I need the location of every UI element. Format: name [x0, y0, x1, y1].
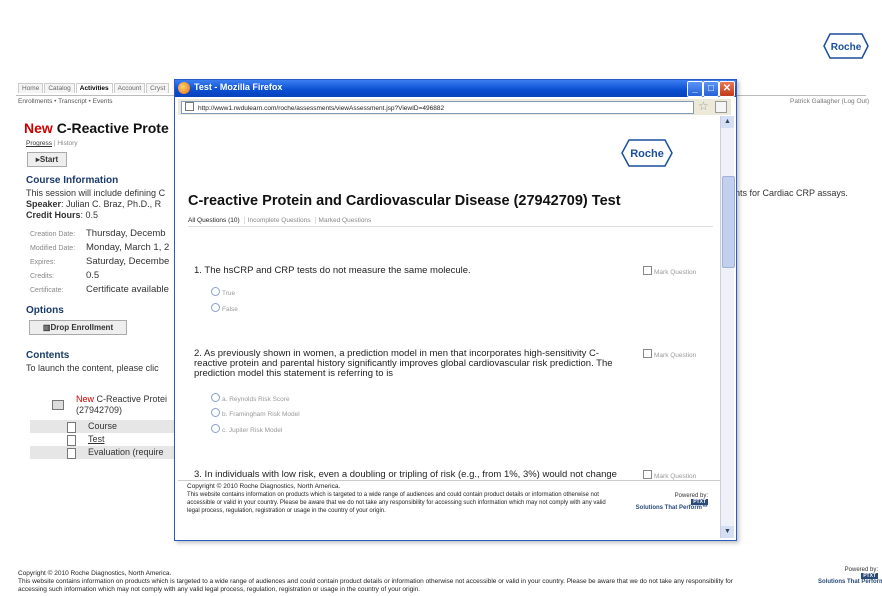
- nav-tab-account[interactable]: Account: [113, 83, 146, 93]
- course-info-heading: Course Information: [26, 175, 119, 186]
- document-icon: [67, 435, 76, 446]
- contents-course-row[interactable]: New C-Reactive Protei (27942709): [30, 394, 180, 420]
- popup-powered-by: Powered by: PTXT Solutions That Perform™: [635, 493, 708, 511]
- sub-nav[interactable]: Enrollments • Transcript • Events: [18, 98, 113, 105]
- progress-tabs: Progress | History: [26, 140, 78, 147]
- answer-option-radio[interactable]: a. Reynolds Risk Score: [211, 393, 290, 403]
- user-logout-link[interactable]: Patrick Gallagher (Log Out): [790, 98, 869, 105]
- tab-marked-questions[interactable]: Marked Questions: [319, 217, 376, 224]
- question-text: 3. In individuals with low risk, even a …: [194, 470, 617, 480]
- close-button[interactable]: ✕: [719, 81, 735, 97]
- contents-title: C-Reactive Protei: [96, 394, 168, 404]
- roche-logo: Roche: [823, 33, 869, 59]
- mark-question-checkbox[interactable]: Mark Question: [643, 470, 696, 480]
- detail-row: Expires: Saturday, Decembe: [30, 256, 170, 267]
- scrollbar-thumb[interactable]: [722, 176, 735, 268]
- bookmark-star-icon[interactable]: ☆: [698, 99, 709, 113]
- detail-row: Certificate: Certificate available: [30, 284, 169, 295]
- credit-hours-line: Credit Hours: 0.5: [26, 210, 99, 220]
- window-title: Test - Mozilla Firefox: [194, 82, 283, 92]
- vertical-scrollbar[interactable]: ▲ ▼: [720, 116, 735, 538]
- drop-enrollment-button[interactable]: ▥Drop Enrollment: [29, 320, 127, 335]
- question-text: 2. As previously shown in women, a predi…: [194, 348, 613, 379]
- divider: [188, 226, 713, 227]
- answer-option-radio[interactable]: b. Framingham Risk Model: [211, 408, 300, 418]
- detail-row: Credits: 0.5: [30, 270, 100, 281]
- speaker-line: Speaker: Julian C. Braz, Ph.D., R: [26, 199, 162, 209]
- footer-disclaimer: This website contains information on pro…: [18, 578, 733, 593]
- minimize-button[interactable]: _: [687, 81, 703, 97]
- radio-icon: [211, 408, 220, 417]
- radio-icon: [211, 393, 220, 402]
- mark-question-checkbox[interactable]: Mark Question: [643, 349, 696, 359]
- address-bar: http://www1.rwdulearn.com/roche/assessme…: [178, 99, 731, 115]
- tab-history[interactable]: History: [57, 140, 77, 147]
- radio-icon: [211, 424, 220, 433]
- main-nav-tabs: Home Catalog Activities Account Cryst: [18, 83, 170, 95]
- page-icon: [185, 102, 194, 111]
- question-text: 1. The hsCRP and CRP tests do not measur…: [194, 265, 471, 276]
- svg-text:Roche: Roche: [831, 42, 862, 53]
- test-title: C-reactive Protein and Cardiovascular Di…: [188, 193, 621, 209]
- popup-footer-disclaimer: This website contains information on pro…: [187, 492, 606, 514]
- content-item-test[interactable]: Test: [30, 433, 180, 446]
- detail-row: Creation Date: Thursday, Decemb: [30, 228, 166, 239]
- tab-all-questions[interactable]: All Questions (10): [188, 217, 245, 224]
- start-button[interactable]: ▸Start: [27, 152, 67, 167]
- window-titlebar[interactable]: Test - Mozilla Firefox _ □ ✕: [175, 80, 736, 97]
- contents-intro: To launch the content, please clic: [26, 363, 159, 373]
- contents-id: (27942709): [76, 405, 123, 415]
- course-info-intro: This session will include defining C: [26, 188, 166, 198]
- firefox-icon: [178, 82, 190, 94]
- feed-icon[interactable]: [715, 101, 727, 113]
- url-field[interactable]: http://www1.rwdulearn.com/roche/assessme…: [181, 101, 694, 114]
- answer-option-radio[interactable]: True: [211, 287, 235, 297]
- question-filter-tabs: All Questions (10) Incomplete Questions Ma…: [188, 217, 378, 224]
- detail-row: Modified Date: Monday, March 1, 2: [30, 242, 170, 253]
- content-item-course[interactable]: Course: [30, 420, 180, 433]
- mark-question-checkbox[interactable]: Mark Question: [643, 266, 696, 276]
- checkbox-icon: [643, 470, 652, 479]
- scroll-up-arrow[interactable]: ▲: [721, 116, 734, 128]
- course-title: New C-Reactive Prote: [24, 120, 169, 136]
- course-info-tail: ents for Cardiac CRP assays.: [730, 188, 848, 198]
- radio-icon: [211, 287, 220, 296]
- nav-tab-activities[interactable]: Activities: [75, 83, 113, 93]
- checkbox-icon: [643, 266, 652, 275]
- scroll-down-arrow[interactable]: ▼: [721, 526, 734, 538]
- options-heading: Options: [26, 305, 64, 316]
- footer-copyright: Copyright © 2010 Roche Diagnostics, Nort…: [18, 570, 172, 577]
- nav-tab-home[interactable]: Home: [18, 83, 44, 93]
- powered-by: Powered by:PTXTSolutions That Perform™: [818, 567, 882, 585]
- course-title-text: C-Reactive Prote: [56, 120, 169, 136]
- test-popup-window[interactable]: Test - Mozilla Firefox _ □ ✕ http://www1…: [174, 79, 737, 541]
- answer-option-radio[interactable]: c. Jupiter Risk Model: [211, 424, 282, 434]
- radio-icon: [211, 303, 220, 312]
- document-icon: [67, 422, 76, 433]
- answer-option-radio[interactable]: False: [211, 303, 238, 313]
- document-icon: [67, 448, 76, 459]
- nav-tab-cryst[interactable]: Cryst: [146, 83, 170, 93]
- course-package-icon: [52, 400, 64, 410]
- contents-new-badge: New: [76, 394, 95, 404]
- roche-logo: Roche: [621, 139, 673, 167]
- new-badge: New: [24, 120, 53, 136]
- content-item-evaluation[interactable]: Evaluation (require: [30, 446, 180, 459]
- test-content: Roche C-reactive Protein and Cardiovascu…: [178, 116, 720, 538]
- maximize-button[interactable]: □: [703, 81, 719, 97]
- contents-table: New C-Reactive Protei (27942709) Course …: [30, 394, 180, 459]
- popup-footer: Copyright © 2010 Roche Diagnostics, Nort…: [178, 480, 720, 538]
- tab-progress[interactable]: Progress: [26, 140, 52, 147]
- checkbox-icon: [643, 349, 652, 358]
- tab-incomplete-questions[interactable]: Incomplete Questions: [247, 217, 316, 224]
- svg-text:Roche: Roche: [630, 148, 664, 160]
- contents-heading: Contents: [26, 350, 70, 361]
- nav-tab-catalog[interactable]: Catalog: [44, 83, 75, 93]
- popup-footer-copyright: Copyright © 2010 Roche Diagnostics, Nort…: [187, 483, 341, 490]
